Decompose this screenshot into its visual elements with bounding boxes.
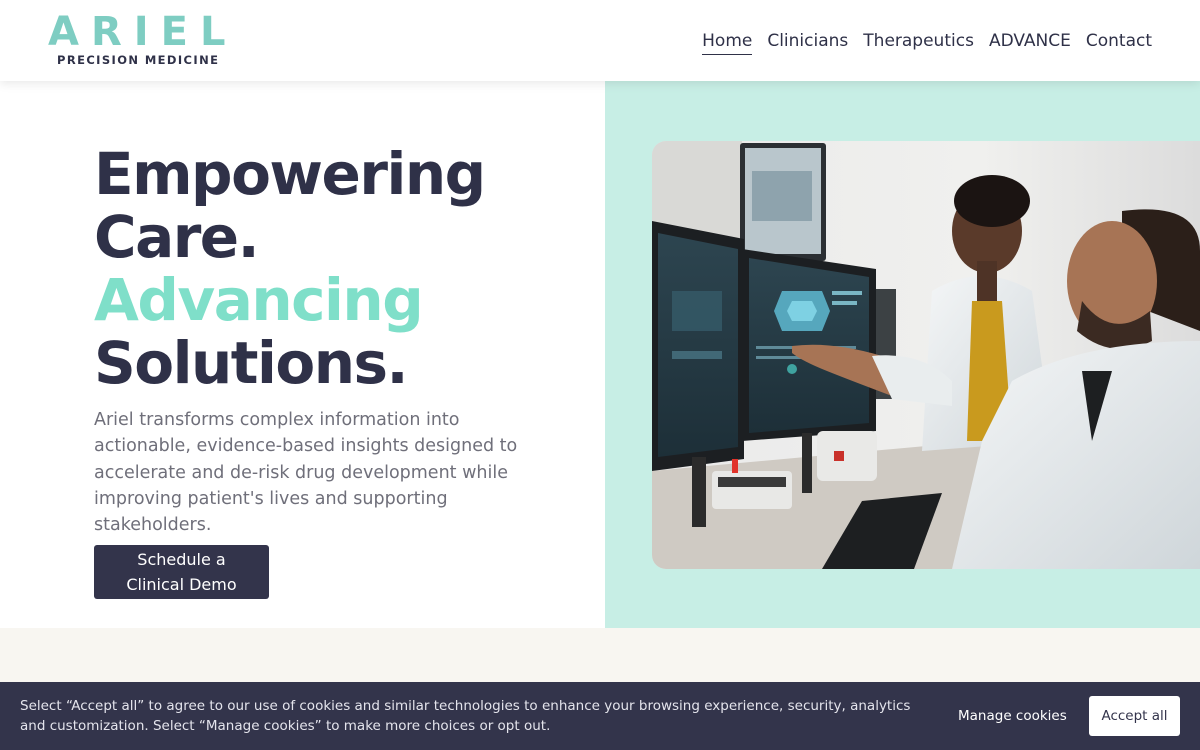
nav-contact[interactable]: Contact	[1086, 29, 1152, 55]
headline-accent-line: Advancing	[94, 266, 424, 334]
nav-clinicians[interactable]: Clinicians	[767, 29, 848, 55]
nav-home[interactable]: Home	[702, 29, 753, 55]
nav-therapeutics[interactable]: Therapeutics	[863, 29, 974, 55]
site-header: ARIEL PRECISION MEDICINE Home Clinicians…	[0, 0, 1200, 81]
cookie-message: Select “Accept all” to agree to our use …	[20, 698, 911, 734]
accept-all-button[interactable]: Accept all	[1089, 696, 1180, 736]
manage-cookies-button[interactable]: Manage cookies	[948, 704, 1077, 728]
logo-wordmark: ARIEL	[48, 9, 238, 55]
headline-line-4: Solutions.	[94, 329, 409, 397]
nav-advance[interactable]: ADVANCE	[989, 29, 1071, 55]
hero-headline: Empowering Care. Advancing Solutions.	[94, 140, 486, 397]
schedule-demo-button[interactable]: Schedule a Clinical Demo	[94, 545, 269, 599]
cookie-banner: Select “Accept all” to agree to our use …	[0, 682, 1200, 750]
headline-line-1: Empowering	[94, 140, 486, 208]
headline-line-2: Care.	[94, 203, 260, 271]
hero-photo	[652, 141, 1200, 569]
photo-clinicians-icon	[652, 141, 1200, 569]
hero-description: Ariel transforms complex information int…	[94, 410, 518, 536]
logo-tagline: PRECISION MEDICINE	[57, 53, 220, 67]
hero-text-panel: Empowering Care. Advancing Solutions. Ar…	[0, 81, 605, 628]
ariel-logo[interactable]: ARIEL PRECISION MEDICINE	[48, 12, 228, 70]
main-nav: Home Clinicians Therapeutics ADVANCE Con…	[702, 29, 1152, 55]
